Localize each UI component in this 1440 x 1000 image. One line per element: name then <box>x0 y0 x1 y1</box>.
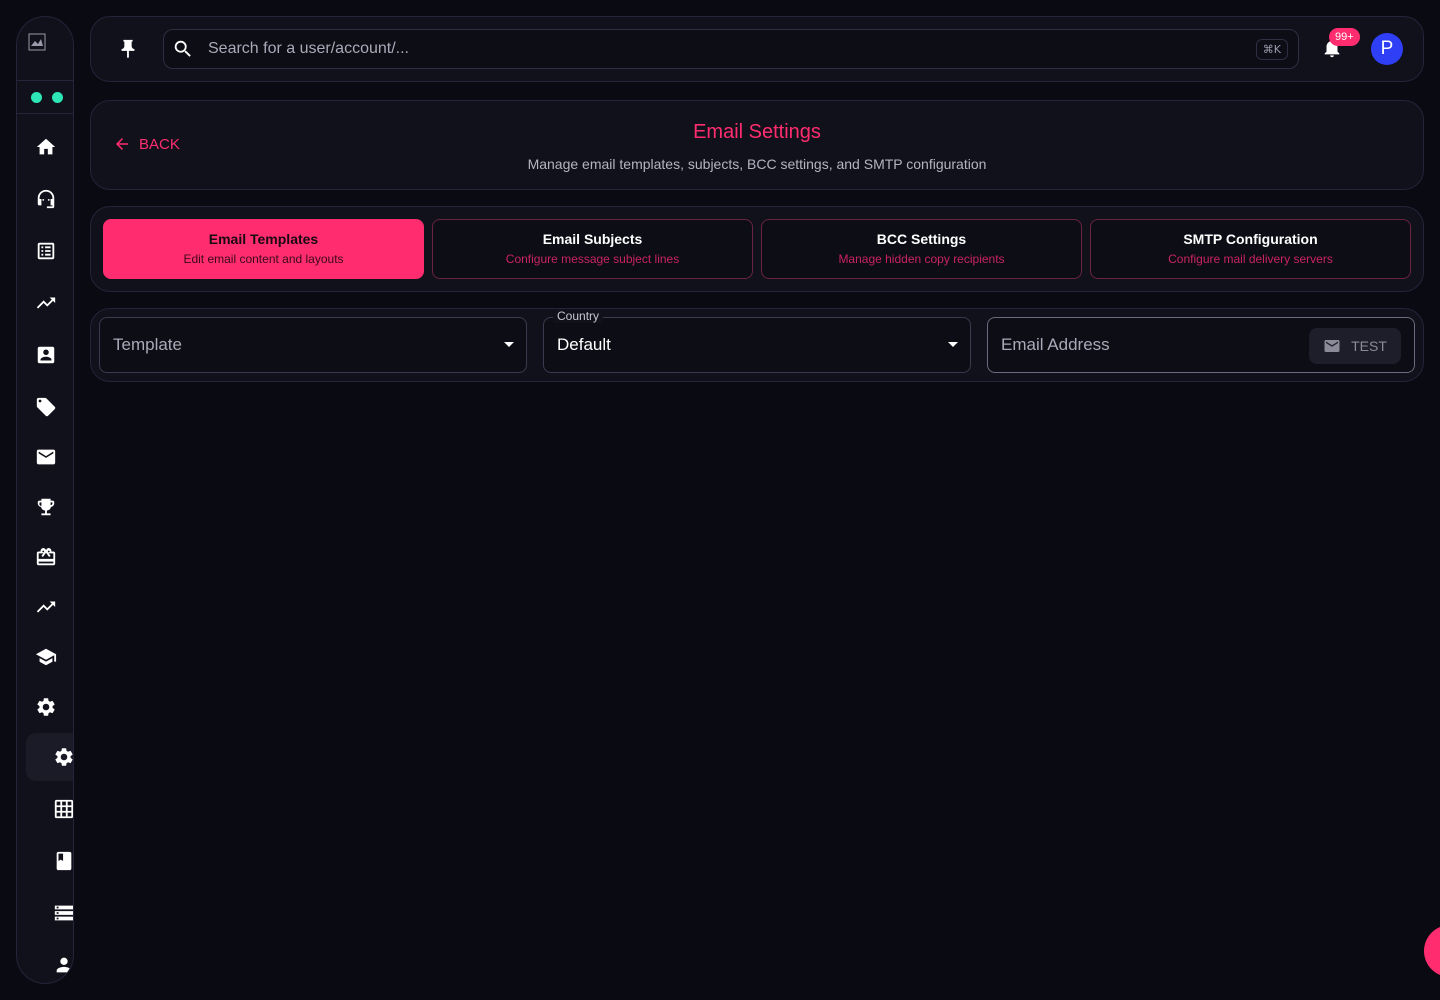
tab-title: Email Templates <box>208 231 319 247</box>
contact-card-icon[interactable] <box>34 343 58 367</box>
status-dot <box>52 92 63 103</box>
trending-up-icon[interactable] <box>34 595 58 619</box>
storage-icon[interactable] <box>52 901 73 925</box>
trophy-icon[interactable] <box>34 495 58 519</box>
test-email-button[interactable]: TEST <box>1309 328 1401 364</box>
country-value: Default <box>557 335 611 354</box>
notification-badge: 99+ <box>1329 28 1360 46</box>
person-icon[interactable] <box>52 953 73 977</box>
country-select[interactable]: Country Default <box>543 309 971 373</box>
test-button-label: TEST <box>1351 338 1387 354</box>
search-bar[interactable]: ⌘K <box>163 29 1299 69</box>
email-address-placeholder: Email Address <box>1001 335 1110 354</box>
tab-smtp-configuration[interactable]: SMTP Configuration Configure mail delive… <box>1090 219 1411 279</box>
tab-title: BCC Settings <box>876 231 967 247</box>
email-address-field[interactable]: Email Address TEST <box>987 317 1415 373</box>
search-input[interactable] <box>208 40 1256 58</box>
pin-icon[interactable] <box>116 37 140 61</box>
page-header: BACK Email Settings Manage email templat… <box>90 100 1424 190</box>
search-icon <box>172 38 194 60</box>
mail-icon[interactable] <box>34 445 58 469</box>
settings-tabs: Email Templates Edit email content and l… <box>90 206 1424 292</box>
template-filters: Template Country Default Email Address T… <box>90 308 1424 382</box>
tab-description: Manage hidden copy recipients <box>838 252 1005 266</box>
floating-action-button[interactable] <box>1424 925 1440 977</box>
template-select[interactable]: Template <box>99 317 527 373</box>
home-icon[interactable] <box>34 135 58 159</box>
tab-bcc-settings[interactable]: BCC Settings Manage hidden copy recipien… <box>761 219 1082 279</box>
tab-email-templates[interactable]: Email Templates Edit email content and l… <box>103 219 424 279</box>
sidebar <box>16 16 74 984</box>
settings-icon[interactable] <box>52 745 73 769</box>
sidebar-divider <box>17 80 73 81</box>
trending-up-icon[interactable] <box>34 291 58 315</box>
country-label: Country <box>553 309 604 323</box>
template-placeholder: Template <box>113 335 182 354</box>
tab-description: Configure message subject lines <box>505 252 680 266</box>
mail-icon <box>1324 340 1340 352</box>
user-avatar[interactable]: P <box>1371 33 1403 65</box>
keyboard-shortcut-hint: ⌘K <box>1255 38 1288 60</box>
tag-icon[interactable] <box>34 395 58 419</box>
status-indicator <box>31 92 63 103</box>
status-dot <box>31 92 42 103</box>
list-icon[interactable] <box>34 239 58 263</box>
gift-card-icon[interactable] <box>34 545 58 569</box>
page-subtitle: Manage email templates, subjects, BCC se… <box>527 156 987 172</box>
grid-icon[interactable] <box>52 797 73 821</box>
tab-description: Configure mail delivery servers <box>1168 252 1333 266</box>
top-bar: ⌘K 99+ P <box>90 16 1424 82</box>
settings-icon[interactable] <box>34 695 58 719</box>
tab-title: SMTP Configuration <box>1183 231 1318 247</box>
tab-email-subjects[interactable]: Email Subjects Configure message subject… <box>432 219 753 279</box>
tab-description: Edit email content and layouts <box>183 252 344 266</box>
page-title: Email Settings <box>693 121 821 143</box>
school-icon[interactable] <box>34 645 58 669</box>
tab-title: Email Subjects <box>542 231 643 247</box>
support-agent-icon[interactable] <box>34 187 58 211</box>
book-icon[interactable] <box>52 849 73 873</box>
dropdown-arrow-icon <box>948 342 958 347</box>
logo-image <box>28 33 46 51</box>
dropdown-arrow-icon <box>504 342 514 347</box>
sidebar-divider <box>17 113 73 114</box>
